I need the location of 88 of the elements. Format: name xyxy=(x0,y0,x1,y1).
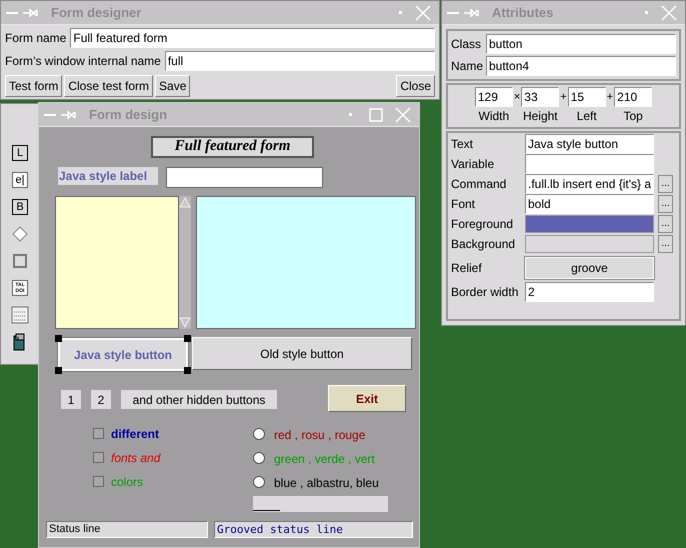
selection-handle[interactable] xyxy=(184,367,191,374)
input-field[interactable]: bold xyxy=(525,194,654,214)
label-tool[interactable]: L xyxy=(12,145,28,161)
scrollbar[interactable] xyxy=(179,196,191,329)
maximize-icon[interactable] xyxy=(369,108,383,122)
field-label: Form name xyxy=(5,30,66,47)
toolbar-button[interactable]: Test form xyxy=(5,75,62,97)
separator-sign: + xyxy=(560,90,567,105)
browse-button[interactable]: ... xyxy=(658,195,673,213)
close-icon[interactable] xyxy=(395,106,411,122)
radio-button[interactable] xyxy=(253,428,265,440)
window-title: Form design xyxy=(89,106,168,124)
property-label: Border width xyxy=(451,284,520,301)
input-field[interactable]: Java style button xyxy=(525,134,654,154)
pin-icon[interactable] xyxy=(61,110,77,120)
input-field[interactable]: 129 xyxy=(474,87,513,107)
checkbox-label: different xyxy=(111,426,159,443)
input-field[interactable] xyxy=(166,167,323,188)
close-button[interactable]: Close xyxy=(396,75,435,97)
field-label: Form’s window internal name xyxy=(5,53,161,70)
input-field[interactable]: button xyxy=(486,34,676,54)
entry-tool[interactable]: e| xyxy=(12,172,28,188)
input-field[interactable]: .full.lb insert end {it's} a xyxy=(525,174,654,194)
property-label: Relief xyxy=(451,260,483,277)
input-field[interactable]: full xyxy=(164,51,435,71)
close-icon[interactable] xyxy=(661,4,677,20)
property-label: Variable xyxy=(451,156,496,173)
field-label: Top xyxy=(622,108,644,125)
toolbar-button[interactable]: Save xyxy=(155,75,190,97)
close-icon[interactable] xyxy=(415,4,431,20)
field-label: Class xyxy=(451,36,482,53)
field-label: Name xyxy=(451,58,483,75)
input-field[interactable] xyxy=(525,154,654,174)
button-tool[interactable]: B xyxy=(12,199,28,215)
hidden-button[interactable]: 2 xyxy=(91,390,111,409)
input-field[interactable]: button4 xyxy=(486,56,676,76)
hidden-button[interactable]: 1 xyxy=(61,390,81,409)
radio-button[interactable] xyxy=(253,476,265,488)
form-heading: Full featured form xyxy=(151,136,314,158)
separator-sign: × xyxy=(514,90,520,105)
scale-track[interactable] xyxy=(253,496,388,512)
checkbox-label: fonts and xyxy=(111,450,160,467)
browse-button[interactable]: ... xyxy=(658,235,673,253)
list-box[interactable] xyxy=(55,196,179,329)
property-label: Font xyxy=(451,196,476,213)
browse-button[interactable]: ... xyxy=(658,215,673,233)
input-field[interactable]: 33 xyxy=(521,87,560,107)
radio-label: blue , albastru, bleu xyxy=(274,475,379,492)
checkbox[interactable] xyxy=(93,452,104,463)
field-label: Left xyxy=(576,108,598,125)
input-field[interactable]: 2 xyxy=(525,282,654,302)
square-icon[interactable] xyxy=(13,254,27,268)
text-area[interactable] xyxy=(196,196,416,329)
old-style-button[interactable]: Old style button xyxy=(192,337,412,370)
radio-label: green , verde , vert xyxy=(274,451,375,468)
radio-button[interactable] xyxy=(253,452,265,464)
input-field[interactable]: Full featured form xyxy=(70,28,435,48)
exit-button[interactable]: Exit xyxy=(328,385,406,412)
window-title: Form designer xyxy=(51,4,142,22)
field-label: Height xyxy=(522,108,559,125)
property-label: Command xyxy=(451,176,508,193)
pin-icon[interactable] xyxy=(464,8,480,18)
separator-sign: + xyxy=(606,90,614,105)
window-title: Attributes xyxy=(492,4,554,22)
toolbar-button[interactable]: Close test form xyxy=(64,75,154,97)
property-label: Foreground xyxy=(451,216,514,233)
relief-menu[interactable]: groove xyxy=(525,257,654,279)
checkbox-label: colors xyxy=(111,474,144,491)
hidden-button[interactable]: and other hidden buttons xyxy=(121,390,277,409)
input-field[interactable]: 210 xyxy=(614,87,652,107)
selection-handle[interactable] xyxy=(184,335,191,342)
property-label: Background xyxy=(451,236,516,253)
radio-label: red , rosu , rouge xyxy=(274,427,366,444)
color-swatch[interactable] xyxy=(525,215,654,233)
browse-button[interactable]: ... xyxy=(658,175,673,193)
pin-icon[interactable] xyxy=(23,8,39,18)
selection-handle[interactable] xyxy=(55,335,62,342)
property-label: Text xyxy=(451,136,474,153)
color-swatch[interactable] xyxy=(525,235,654,253)
input-field[interactable]: 15 xyxy=(568,87,606,107)
selection-handle[interactable] xyxy=(55,367,62,374)
checkbox[interactable] xyxy=(93,428,104,439)
field-label: Width xyxy=(478,108,510,125)
java-style-button[interactable]: Java style button xyxy=(58,338,188,371)
listbox-icon[interactable] xyxy=(11,306,29,324)
diamond-icon[interactable] xyxy=(12,226,28,242)
java-label: Java style label xyxy=(58,167,158,185)
checkbox[interactable] xyxy=(93,476,104,487)
